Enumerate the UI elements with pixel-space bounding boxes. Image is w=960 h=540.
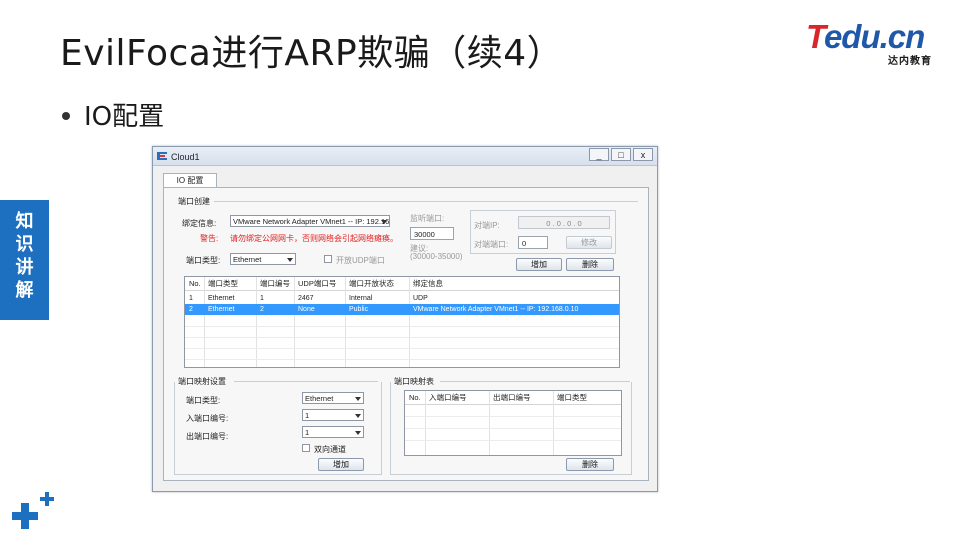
- listen-port-input[interactable]: 30000: [410, 227, 454, 240]
- out-port-select[interactable]: 1: [302, 426, 364, 438]
- bind-info-label: 绑定信息:: [182, 219, 217, 228]
- window-title: Cloud1: [171, 152, 200, 162]
- in-port-label: 入端口编号:: [186, 414, 229, 423]
- open-udp-checkbox[interactable]: [324, 255, 332, 263]
- minimize-button[interactable]: _: [589, 148, 609, 161]
- out-port-label: 出端口编号:: [186, 432, 229, 441]
- column-header: 绑定信息: [413, 279, 443, 288]
- table-row[interactable]: 1 Ethernet 1 2467 Internal UDP: [185, 293, 619, 304]
- column-header: No.: [189, 279, 201, 288]
- io-config-panel: 端口创建 绑定信息: VMware Network Adapter VMnet1…: [163, 187, 649, 481]
- column-header: 端口编号: [260, 279, 290, 288]
- chevron-down-icon: [381, 220, 387, 224]
- peer-ip-input[interactable]: 0 . 0 . 0 . 0: [518, 216, 610, 229]
- plus-decoration-icon: [12, 492, 54, 529]
- column-header: 端口类型: [208, 279, 238, 288]
- column-header: UDP端口号: [298, 279, 337, 288]
- side-tab-char: 讲: [15, 257, 34, 278]
- group-divider: [214, 201, 638, 202]
- mapping-table-header: No. 入端口编号 出端口编号 端口类型: [405, 391, 621, 405]
- chevron-down-icon: [287, 258, 293, 262]
- slide-title: EvilFoca进行ARP欺骗（续4）: [60, 33, 564, 74]
- listen-port-label: 监听端口:: [410, 214, 445, 223]
- group-title-port-create: 端口创建: [178, 197, 210, 206]
- tedu-logo: Tedu.cn 达内教育: [806, 18, 936, 68]
- in-port-select[interactable]: 1: [302, 409, 364, 421]
- mapping-port-type-select[interactable]: Ethernet: [302, 392, 364, 404]
- logo-subtitle: 达内教育: [888, 56, 932, 67]
- window-titlebar[interactable]: Cloud1 _ □ x: [153, 147, 657, 166]
- peer-port-input[interactable]: 0: [518, 236, 548, 249]
- peer-port-label: 对端端口:: [474, 240, 509, 249]
- bidirectional-label: 双向通道: [314, 445, 346, 454]
- delete-port-button[interactable]: 删除: [566, 258, 614, 271]
- suggest-range: (30000-35000): [410, 252, 463, 261]
- side-tab-char: 解: [15, 280, 34, 301]
- column-header: 端口开放状态: [349, 279, 394, 288]
- mapping-port-type-label: 端口类型:: [186, 396, 221, 405]
- bidirectional-checkbox[interactable]: [302, 444, 310, 452]
- column-header: 入端口编号: [429, 393, 467, 402]
- add-mapping-button[interactable]: 增加: [318, 458, 364, 471]
- chevron-down-icon: [355, 397, 361, 401]
- logo-wordmark: Tedu.cn: [806, 18, 925, 55]
- mapping-table: No. 入端口编号 出端口编号 端口类型: [404, 390, 622, 456]
- maximize-button[interactable]: □: [611, 148, 631, 161]
- delete-mapping-button[interactable]: 删除: [566, 458, 614, 471]
- close-button[interactable]: x: [633, 148, 653, 161]
- cloud-app-icon: [157, 152, 167, 160]
- warning-text: 请勿绑定公网网卡，否则网络会引起网络瘫痪。: [230, 234, 398, 243]
- chevron-down-icon: [355, 414, 361, 418]
- bind-info-select[interactable]: VMware Network Adapter VMnet1 -- IP: 192…: [230, 215, 390, 227]
- port-table-header: No. 端口类型 端口编号 UDP端口号 端口开放状态 绑定信息: [185, 277, 619, 291]
- cloud1-window: Cloud1 _ □ x IO 配置 端口创建 绑定信息: VMware Net…: [152, 146, 658, 492]
- add-port-button[interactable]: 增加: [516, 258, 562, 271]
- port-table: No. 端口类型 端口编号 UDP端口号 端口开放状态 绑定信息 1 Ether…: [184, 276, 620, 368]
- bullet-dot-icon: [62, 111, 70, 120]
- port-type-label: 端口类型:: [186, 256, 221, 265]
- table-row-selected[interactable]: 2 Ethernet 2 None Public VMware Network …: [185, 304, 619, 315]
- warning-label: 警告:: [200, 234, 219, 243]
- side-tab-knowledge: 知 识 讲 解: [0, 200, 49, 320]
- column-header: 端口类型: [557, 393, 587, 402]
- port-type-select[interactable]: Ethernet: [230, 253, 296, 265]
- column-header: 出端口编号: [493, 393, 531, 402]
- tab-io-config[interactable]: IO 配置: [163, 173, 217, 188]
- side-tab-char: 知: [15, 211, 34, 232]
- chevron-down-icon: [355, 431, 361, 435]
- column-header: No.: [409, 393, 421, 402]
- peer-ip-label: 对端IP:: [474, 221, 500, 230]
- open-udp-label: 开放UDP端口: [336, 256, 385, 265]
- bullet-item: IO配置: [62, 96, 164, 133]
- side-tab-char: 识: [15, 234, 34, 255]
- modify-button[interactable]: 修改: [566, 236, 612, 249]
